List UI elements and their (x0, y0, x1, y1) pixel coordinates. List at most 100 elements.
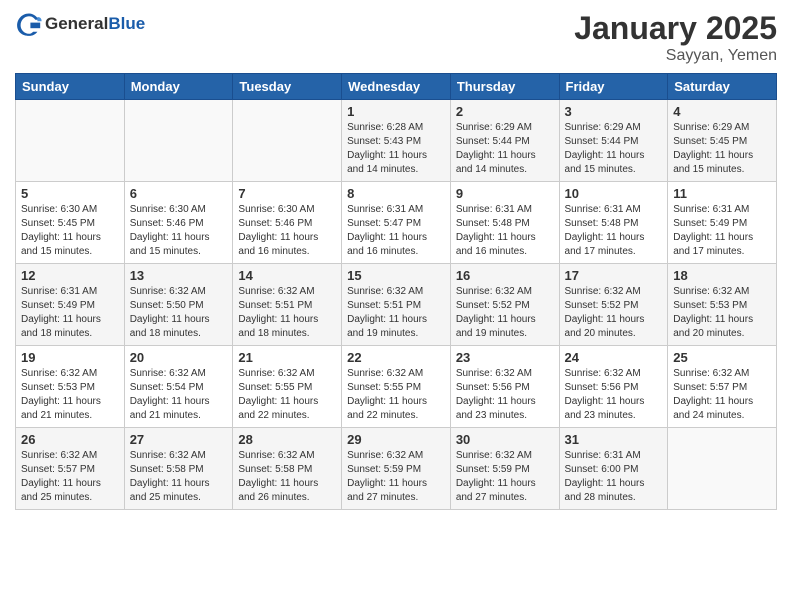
day-number: 12 (21, 268, 119, 283)
logo-icon (15, 10, 43, 38)
day-number: 3 (565, 104, 663, 119)
calendar-body: 1 Sunrise: 6:28 AM Sunset: 5:43 PM Daylig… (16, 100, 777, 510)
calendar-cell: 12 Sunrise: 6:31 AM Sunset: 5:49 PM Dayli… (16, 264, 125, 346)
calendar-cell: 16Sunrise: 6:32 AM Sunset: 5:52 PM Dayli… (450, 264, 559, 346)
cell-content: Sunrise: 6:31 AM Sunset: 6:00 PM Dayligh… (565, 449, 663, 505)
day-number: 7 (238, 186, 336, 201)
day-number: 31 (565, 432, 663, 447)
week-row-1: 1 Sunrise: 6:28 AM Sunset: 5:43 PM Daylig… (16, 100, 777, 182)
day-number: 9 (456, 186, 554, 201)
location-title: Sayyan, Yemen (574, 47, 777, 65)
header-cell-friday: Friday (559, 74, 668, 100)
calendar-cell: 27Sunrise: 6:32 AM Sunset: 5:58 PM Dayli… (124, 428, 233, 510)
calendar-cell: 15 Sunrise: 6:32 AM Sunset: 5:51 PM Dayli… (342, 264, 451, 346)
day-number: 17 (565, 268, 663, 283)
calendar-cell: 17 Sunrise: 6:32 AM Sunset: 5:52 PM Dayli… (559, 264, 668, 346)
calendar-cell: 6 Sunrise: 6:30 AM Sunset: 5:46 PM Daylig… (124, 182, 233, 264)
logo-general-text: GeneralBlue (45, 14, 145, 34)
day-number: 15 (347, 268, 445, 283)
calendar-cell: 21 Sunrise: 6:32 AM Sunset: 5:55 PM Dayli… (233, 346, 342, 428)
calendar-cell: 26Sunrise: 6:32 AM Sunset: 5:57 PM Dayli… (16, 428, 125, 510)
header-cell-thursday: Thursday (450, 74, 559, 100)
calendar-cell: 1 Sunrise: 6:28 AM Sunset: 5:43 PM Daylig… (342, 100, 451, 182)
calendar-cell: 25 Sunrise: 6:32 AM Sunset: 5:57 PM Dayli… (668, 346, 777, 428)
day-number: 2 (456, 104, 554, 119)
day-number: 25 (673, 350, 771, 365)
cell-content: Sunrise: 6:29 AM Sunset: 5:44 PM Dayligh… (565, 121, 663, 177)
calendar-cell: 4Sunrise: 6:29 AM Sunset: 5:45 PM Daylig… (668, 100, 777, 182)
day-number: 6 (130, 186, 228, 201)
cell-content: Sunrise: 6:32 AM Sunset: 5:52 PM Dayligh… (565, 285, 663, 341)
day-number: 21 (238, 350, 336, 365)
week-row-2: 5 Sunrise: 6:30 AM Sunset: 5:45 PM Daylig… (16, 182, 777, 264)
cell-content: Sunrise: 6:28 AM Sunset: 5:43 PM Dayligh… (347, 121, 445, 177)
calendar-cell: 22 Sunrise: 6:32 AM Sunset: 5:55 PM Dayli… (342, 346, 451, 428)
day-number: 22 (347, 350, 445, 365)
day-number: 14 (238, 268, 336, 283)
calendar-cell: 31 Sunrise: 6:31 AM Sunset: 6:00 PM Dayli… (559, 428, 668, 510)
cell-content: Sunrise: 6:31 AM Sunset: 5:48 PM Dayligh… (565, 203, 663, 259)
calendar-header: SundayMondayTuesdayWednesdayThursdayFrid… (16, 74, 777, 100)
logo: GeneralBlue (15, 10, 145, 38)
cell-content: Sunrise: 6:32 AM Sunset: 5:55 PM Dayligh… (347, 367, 445, 423)
day-number: 5 (21, 186, 119, 201)
header-row: SundayMondayTuesdayWednesdayThursdayFrid… (16, 74, 777, 100)
cell-content: Sunrise: 6:32 AM Sunset: 5:58 PM Dayligh… (238, 449, 336, 505)
calendar-cell (668, 428, 777, 510)
day-number: 23 (456, 350, 554, 365)
calendar-table: SundayMondayTuesdayWednesdayThursdayFrid… (15, 73, 777, 510)
calendar-cell: 5 Sunrise: 6:30 AM Sunset: 5:45 PM Daylig… (16, 182, 125, 264)
header: GeneralBlue January 2025 Sayyan, Yemen (15, 10, 777, 65)
cell-content: Sunrise: 6:32 AM Sunset: 5:51 PM Dayligh… (347, 285, 445, 341)
day-number: 10 (565, 186, 663, 201)
day-number: 24 (565, 350, 663, 365)
day-number: 30 (456, 432, 554, 447)
cell-content: Sunrise: 6:29 AM Sunset: 5:44 PM Dayligh… (456, 121, 554, 177)
logo-text-block: GeneralBlue (45, 14, 145, 34)
day-number: 13 (130, 268, 228, 283)
cell-content: Sunrise: 6:31 AM Sunset: 5:49 PM Dayligh… (21, 285, 119, 341)
week-row-5: 26Sunrise: 6:32 AM Sunset: 5:57 PM Dayli… (16, 428, 777, 510)
calendar-cell (16, 100, 125, 182)
cell-content: Sunrise: 6:32 AM Sunset: 5:57 PM Dayligh… (673, 367, 771, 423)
cell-content: Sunrise: 6:30 AM Sunset: 5:46 PM Dayligh… (130, 203, 228, 259)
calendar-cell: 7Sunrise: 6:30 AM Sunset: 5:46 PM Daylig… (233, 182, 342, 264)
day-number: 16 (456, 268, 554, 283)
calendar-cell: 11 Sunrise: 6:31 AM Sunset: 5:49 PM Dayli… (668, 182, 777, 264)
cell-content: Sunrise: 6:30 AM Sunset: 5:45 PM Dayligh… (21, 203, 119, 259)
cell-content: Sunrise: 6:31 AM Sunset: 5:47 PM Dayligh… (347, 203, 445, 259)
cell-content: Sunrise: 6:32 AM Sunset: 5:56 PM Dayligh… (456, 367, 554, 423)
day-number: 19 (21, 350, 119, 365)
calendar-cell: 8 Sunrise: 6:31 AM Sunset: 5:47 PM Daylig… (342, 182, 451, 264)
day-number: 1 (347, 104, 445, 119)
day-number: 11 (673, 186, 771, 201)
calendar-cell: 19 Sunrise: 6:32 AM Sunset: 5:53 PM Dayli… (16, 346, 125, 428)
title-block: January 2025 Sayyan, Yemen (574, 10, 777, 65)
calendar-cell: 13 Sunrise: 6:32 AM Sunset: 5:50 PM Dayli… (124, 264, 233, 346)
cell-content: Sunrise: 6:32 AM Sunset: 5:57 PM Dayligh… (21, 449, 119, 505)
calendar-cell: 9 Sunrise: 6:31 AM Sunset: 5:48 PM Daylig… (450, 182, 559, 264)
cell-content: Sunrise: 6:32 AM Sunset: 5:55 PM Dayligh… (238, 367, 336, 423)
header-cell-monday: Monday (124, 74, 233, 100)
calendar-cell: 2 Sunrise: 6:29 AM Sunset: 5:44 PM Daylig… (450, 100, 559, 182)
day-number: 8 (347, 186, 445, 201)
calendar-cell: 29Sunrise: 6:32 AM Sunset: 5:59 PM Dayli… (342, 428, 451, 510)
cell-content: Sunrise: 6:32 AM Sunset: 5:56 PM Dayligh… (565, 367, 663, 423)
day-number: 20 (130, 350, 228, 365)
week-row-3: 12 Sunrise: 6:31 AM Sunset: 5:49 PM Dayli… (16, 264, 777, 346)
cell-content: Sunrise: 6:32 AM Sunset: 5:50 PM Dayligh… (130, 285, 228, 341)
header-cell-tuesday: Tuesday (233, 74, 342, 100)
cell-content: Sunrise: 6:32 AM Sunset: 5:54 PM Dayligh… (130, 367, 228, 423)
cell-content: Sunrise: 6:31 AM Sunset: 5:49 PM Dayligh… (673, 203, 771, 259)
day-number: 28 (238, 432, 336, 447)
month-title: January 2025 (574, 10, 777, 47)
week-row-4: 19 Sunrise: 6:32 AM Sunset: 5:53 PM Dayli… (16, 346, 777, 428)
day-number: 4 (673, 104, 771, 119)
calendar-cell: 18Sunrise: 6:32 AM Sunset: 5:53 PM Dayli… (668, 264, 777, 346)
cell-content: Sunrise: 6:32 AM Sunset: 5:51 PM Dayligh… (238, 285, 336, 341)
cell-content: Sunrise: 6:31 AM Sunset: 5:48 PM Dayligh… (456, 203, 554, 259)
calendar-cell: 10 Sunrise: 6:31 AM Sunset: 5:48 PM Dayli… (559, 182, 668, 264)
calendar-cell: 23 Sunrise: 6:32 AM Sunset: 5:56 PM Dayli… (450, 346, 559, 428)
cell-content: Sunrise: 6:32 AM Sunset: 5:59 PM Dayligh… (456, 449, 554, 505)
cell-content: Sunrise: 6:32 AM Sunset: 5:53 PM Dayligh… (21, 367, 119, 423)
